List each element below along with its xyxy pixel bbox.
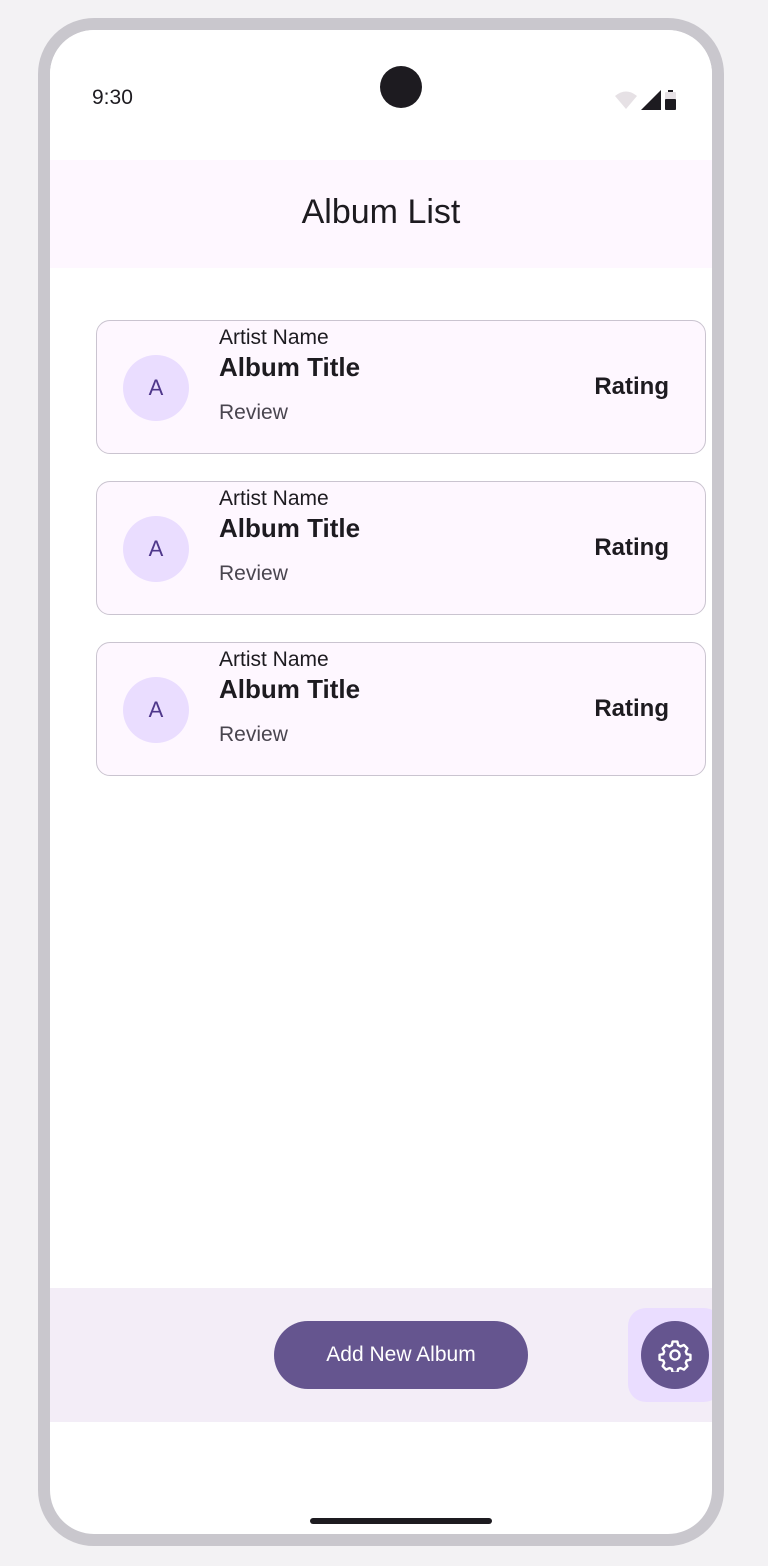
- album-title: Album Title: [219, 352, 361, 382]
- battery-icon: [665, 90, 676, 110]
- artist-name: Artist Name: [219, 487, 329, 510]
- avatar: A: [123, 677, 189, 743]
- settings-fab-container: [628, 1308, 712, 1402]
- album-card[interactable]: A Artist Name Album Title Review Rating: [96, 642, 706, 776]
- front-camera: [380, 66, 422, 108]
- status-bar: 9:30: [50, 30, 712, 160]
- artist-name: Artist Name: [219, 648, 329, 671]
- add-new-album-button[interactable]: Add New Album: [274, 1321, 528, 1389]
- album-title: Album Title: [219, 513, 361, 543]
- album-review: Review: [219, 562, 288, 585]
- page-title: Album List: [301, 192, 461, 231]
- album-list: A Artist Name Album Title Review Rating …: [96, 320, 706, 803]
- album-rating: Rating: [594, 534, 669, 561]
- album-review: Review: [219, 401, 288, 424]
- album-review: Review: [219, 723, 288, 746]
- status-icons: [615, 86, 676, 110]
- avatar: A: [123, 355, 189, 421]
- top-app-bar: Album List: [50, 160, 712, 268]
- album-rating: Rating: [594, 695, 669, 722]
- avatar: A: [123, 516, 189, 582]
- settings-button[interactable]: [641, 1321, 709, 1389]
- album-card[interactable]: A Artist Name Album Title Review Rating: [96, 320, 706, 454]
- phone-frame: 9:30 Album List A Artist Name Album Titl…: [38, 18, 724, 1546]
- artist-name: Artist Name: [219, 326, 329, 349]
- signal-icon: [641, 90, 661, 110]
- wifi-icon: [615, 91, 637, 109]
- bottom-bar: Add New Album: [50, 1288, 712, 1422]
- album-rating: Rating: [594, 373, 669, 400]
- status-time: 9:30: [92, 86, 133, 109]
- gear-icon: [658, 1340, 692, 1372]
- album-title: Album Title: [219, 674, 361, 704]
- album-card[interactable]: A Artist Name Album Title Review Rating: [96, 481, 706, 615]
- home-indicator[interactable]: [310, 1518, 492, 1524]
